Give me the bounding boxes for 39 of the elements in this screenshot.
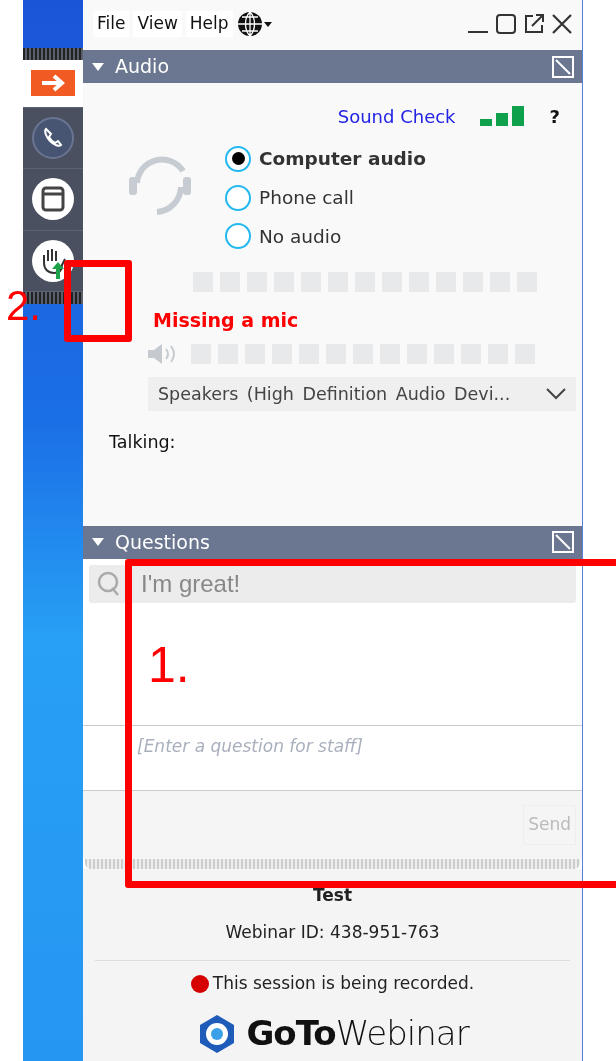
- language-icon[interactable]: [236, 9, 273, 39]
- annotation-label: 1.: [148, 640, 190, 690]
- menu-item[interactable]: Help: [185, 11, 233, 37]
- question-input[interactable]: [Enter a question for staff]: [83, 724, 582, 791]
- session-title: Test: [312, 883, 353, 907]
- sidebar-button[interactable]: [23, 59, 83, 108]
- menu-item[interactable]: View: [133, 11, 182, 37]
- phone-icon: [31, 115, 75, 160]
- recording-notice: This session is being recorded.: [212, 971, 475, 995]
- window-icon: [31, 177, 75, 222]
- close-icon[interactable]: [550, 12, 574, 36]
- webinar-id: Webinar ID: 438-951-763: [225, 921, 440, 945]
- sound-check-link[interactable]: Sound Check: [337, 102, 456, 130]
- search-icon: [97, 570, 121, 597]
- chevron-down-icon: [546, 387, 566, 400]
- caret-icon[interactable]: [91, 537, 105, 548]
- speaker-dropdown[interactable]: Speakers (High Definition Audio Devi...: [148, 376, 576, 411]
- talking-label: Talking:: [108, 430, 177, 454]
- pop-out-icon[interactable]: [522, 12, 546, 36]
- panel-header[interactable]: Questions: [83, 525, 582, 559]
- radio-button[interactable]: [225, 145, 251, 172]
- option-label[interactable]: Phone call: [259, 183, 354, 212]
- caret-icon[interactable]: [91, 61, 105, 72]
- mic-status: Missing a mic: [152, 308, 300, 334]
- undock-icon[interactable]: [552, 531, 574, 554]
- product-logo: GoToWebinar: [246, 1012, 469, 1056]
- radio-button[interactable]: [225, 184, 251, 211]
- option-label[interactable]: Computer audio: [259, 145, 426, 173]
- undock-icon[interactable]: [552, 55, 574, 78]
- panel-header[interactable]: Audio: [83, 50, 582, 83]
- raise-hand-icon: [31, 238, 75, 283]
- signal-bars-icon: [479, 106, 526, 126]
- recording-dot-icon: [190, 974, 209, 993]
- option-label[interactable]: No audio: [259, 222, 342, 251]
- radio-button[interactable]: [225, 223, 251, 250]
- menu-item[interactable]: File: [93, 11, 130, 37]
- maximize-icon[interactable]: [494, 12, 518, 36]
- resize-grip[interactable]: [85, 858, 580, 869]
- help-icon[interactable]: ?: [549, 102, 560, 130]
